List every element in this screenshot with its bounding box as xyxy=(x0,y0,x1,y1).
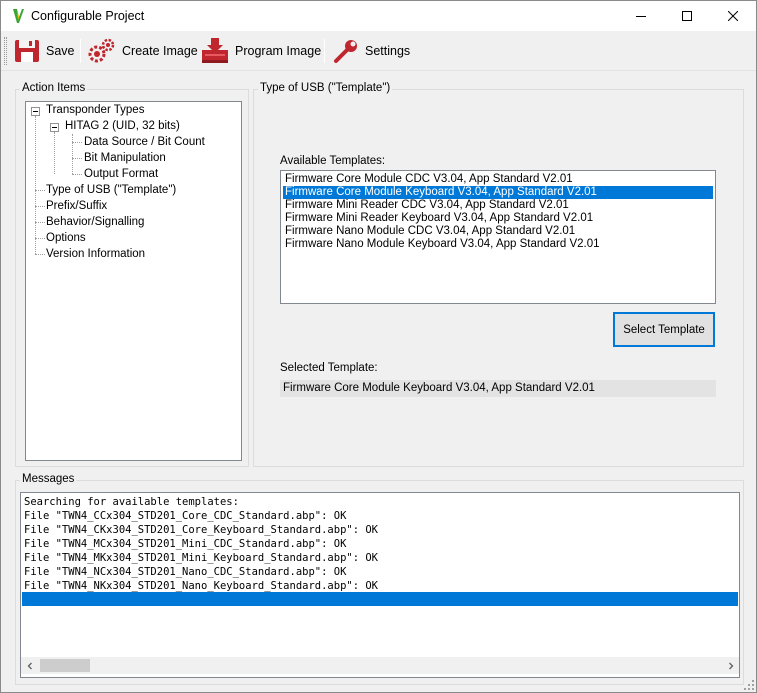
selected-template-label: Selected Template: xyxy=(280,362,378,374)
messages-log[interactable]: Searching for available templates: File … xyxy=(20,492,740,678)
minimize-icon xyxy=(636,16,646,17)
scroll-thumb[interactable] xyxy=(40,659,90,672)
tree-item-options[interactable]: Options xyxy=(46,232,86,244)
log-line: Searching for available templates: xyxy=(24,496,239,508)
close-icon xyxy=(728,11,738,21)
toolbar-grip[interactable] xyxy=(4,37,7,65)
tree-item-output-format[interactable]: Output Format xyxy=(84,168,158,180)
tree-line xyxy=(35,116,36,254)
tree-item-bit-manipulation[interactable]: Bit Manipulation xyxy=(84,152,166,164)
tree-item-version-info[interactable]: Version Information xyxy=(46,248,145,260)
tree-item-type-of-usb[interactable]: Type of USB ("Template") xyxy=(46,184,176,196)
save-label: Save xyxy=(46,44,75,58)
chip-download-icon xyxy=(202,38,228,63)
log-line: File "TWN4_CKx304_STD201_Core_Keyboard_S… xyxy=(24,524,379,536)
tree-item-behavior[interactable]: Behavior/Signalling xyxy=(46,216,144,228)
templates-listbox[interactable]: Firmware Core Module CDC V3.04, App Stan… xyxy=(280,170,716,304)
tree-item-hitag[interactable]: HITAG 2 (UID, 32 bits) xyxy=(65,120,180,132)
toolbar-separator xyxy=(80,39,81,63)
log-current-line xyxy=(22,592,738,606)
log-line: File "TWN4_CCx304_STD201_Core_CDC_Standa… xyxy=(24,510,347,522)
tree-line xyxy=(54,132,55,174)
usb-template-title: Type of USB ("Template") xyxy=(258,82,393,94)
maximize-button[interactable] xyxy=(664,1,710,31)
select-template-button[interactable]: Select Template xyxy=(613,312,715,347)
template-item[interactable]: Firmware Mini Reader Keyboard V3.04, App… xyxy=(283,212,713,225)
close-button[interactable] xyxy=(710,1,756,31)
messages-title: Messages xyxy=(20,473,77,485)
template-item[interactable]: Firmware Core Module CDC V3.04, App Stan… xyxy=(283,173,713,186)
template-item[interactable]: Firmware Nano Module Keyboard V3.04, App… xyxy=(283,238,713,251)
log-line: File "TWN4_MCx304_STD201_Mini_CDC_Standa… xyxy=(24,538,347,550)
app-logo-icon xyxy=(13,9,24,23)
selected-template-value: Firmware Core Module Keyboard V3.04, App… xyxy=(280,380,716,397)
action-items-tree[interactable]: Transponder Types HITAG 2 (UID, 32 bits)… xyxy=(25,101,242,461)
action-items-title: Action Items xyxy=(20,82,88,94)
tree-line xyxy=(35,206,45,207)
scroll-right-button[interactable] xyxy=(722,657,739,674)
tree-line xyxy=(35,238,45,239)
tree-item-data-source[interactable]: Data Source / Bit Count xyxy=(84,136,205,148)
resize-grip-icon[interactable] xyxy=(743,679,755,691)
log-line: File "TWN4_NKx304_STD201_Nano_Keyboard_S… xyxy=(24,580,379,592)
tree-line xyxy=(35,190,45,191)
program-image-label: Program Image xyxy=(235,44,322,58)
collapse-toggle[interactable] xyxy=(31,107,40,116)
program-image-button[interactable]: Program Image xyxy=(200,35,321,67)
collapse-toggle[interactable] xyxy=(50,123,59,132)
horizontal-scrollbar[interactable] xyxy=(21,657,739,674)
tree-line xyxy=(72,142,82,143)
save-button[interactable]: Save xyxy=(13,35,75,67)
tree-line xyxy=(35,254,45,255)
template-item-selected[interactable]: Firmware Core Module Keyboard V3.04, App… xyxy=(283,186,713,199)
scroll-left-button[interactable] xyxy=(21,657,38,674)
available-templates-label: Available Templates: xyxy=(280,155,386,167)
log-line: File "TWN4_NCx304_STD201_Nano_CDC_Standa… xyxy=(24,566,347,578)
tree-item-prefix-suffix[interactable]: Prefix/Suffix xyxy=(46,200,107,212)
title-bar[interactable]: Configurable Project xyxy=(1,1,756,31)
settings-label: Settings xyxy=(365,44,411,58)
create-image-label: Create Image xyxy=(122,44,198,58)
minimize-button[interactable] xyxy=(618,1,664,31)
tree-line xyxy=(35,222,45,223)
template-item[interactable]: Firmware Nano Module CDC V3.04, App Stan… xyxy=(283,225,713,238)
chevron-left-icon xyxy=(27,662,32,669)
settings-button[interactable]: Settings xyxy=(332,35,410,67)
floppy-disk-icon xyxy=(15,40,39,62)
window-title: Configurable Project xyxy=(31,9,145,23)
maximize-icon xyxy=(682,11,692,21)
tree-line xyxy=(72,134,73,174)
tree-line xyxy=(72,158,82,159)
chevron-right-icon xyxy=(728,662,733,669)
log-line: File "TWN4_MKx304_STD201_Mini_Keyboard_S… xyxy=(24,552,379,564)
tree-line xyxy=(72,174,82,175)
gears-icon xyxy=(88,38,115,63)
template-item[interactable]: Firmware Mini Reader CDC V3.04, App Stan… xyxy=(283,199,713,212)
toolbar-separator xyxy=(324,39,325,63)
toolbar: Save Create Image Program Image Settings xyxy=(1,31,756,71)
tree-item-transponder-types[interactable]: Transponder Types xyxy=(46,104,144,116)
create-image-button[interactable]: Create Image xyxy=(87,35,198,67)
app-window: Configurable Project Save Create Image P… xyxy=(0,0,757,693)
wrench-icon xyxy=(334,40,357,63)
